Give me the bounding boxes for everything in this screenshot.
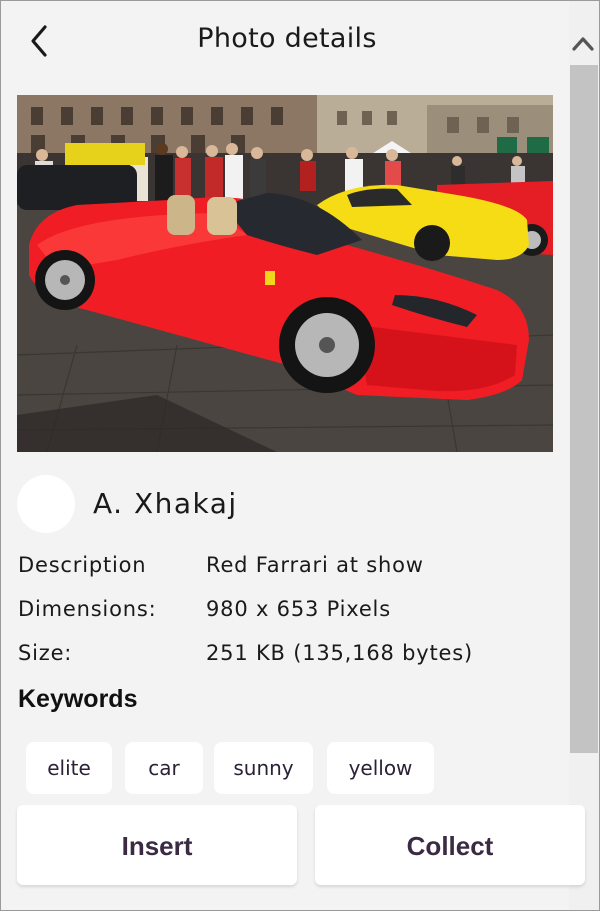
size-row: Size: 251 KB (135,168 bytes) bbox=[18, 641, 558, 671]
scrollbar-thumb[interactable] bbox=[570, 65, 598, 753]
collect-button[interactable]: Collect bbox=[315, 805, 585, 885]
chevron-up-icon bbox=[572, 37, 594, 51]
description-label: Description bbox=[18, 553, 147, 577]
keyword-chip-sunny[interactable]: sunny bbox=[214, 742, 313, 794]
header-bar: Photo details bbox=[1, 1, 569, 85]
keyword-chip-yellow[interactable]: yellow bbox=[327, 742, 434, 794]
scroll-up-button[interactable] bbox=[569, 25, 599, 61]
app-window: Photo details A. Xhakaj Description Red … bbox=[0, 0, 600, 911]
page-title: Photo details bbox=[197, 23, 377, 54]
size-value: 251 KB (135,168 bytes) bbox=[206, 641, 473, 665]
author-row: A. Xhakaj bbox=[17, 475, 557, 533]
size-label: Size: bbox=[18, 641, 73, 665]
car-photo-image bbox=[17, 95, 553, 452]
dimensions-label: Dimensions: bbox=[18, 597, 157, 621]
photo-preview bbox=[17, 95, 553, 452]
dimensions-row: Dimensions: 980 x 653 Pixels bbox=[18, 597, 558, 627]
keywords-heading: Keywords bbox=[18, 685, 138, 713]
author-name: A. Xhakaj bbox=[93, 487, 238, 520]
dimensions-value: 980 x 653 Pixels bbox=[206, 597, 391, 621]
avatar[interactable] bbox=[17, 475, 75, 533]
vertical-scrollbar[interactable] bbox=[569, 1, 599, 910]
keyword-chip-car[interactable]: car bbox=[125, 742, 203, 794]
description-value: Red Farrari at show bbox=[206, 553, 424, 577]
insert-button[interactable]: Insert bbox=[17, 805, 297, 885]
description-row: Description Red Farrari at show bbox=[18, 553, 558, 583]
keyword-chip-elite[interactable]: elite bbox=[26, 742, 112, 794]
